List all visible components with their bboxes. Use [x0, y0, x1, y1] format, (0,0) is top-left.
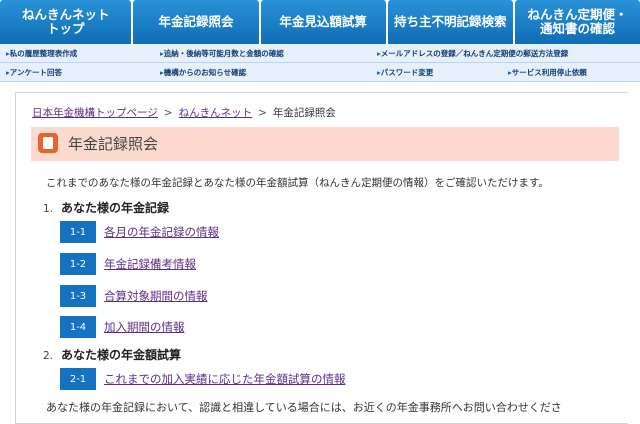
tab-record-inquiry[interactable]: 年金記録照会: [133, 0, 259, 44]
breadcrumb: 日本年金機構トップページ > ねんきんネット > 年金記録照会: [32, 105, 336, 120]
sub-link-notices[interactable]: 機構からのお知らせ確認: [160, 67, 246, 78]
tab-label-line1: ねんきんネット: [21, 7, 110, 22]
sub-link-password-change[interactable]: パスワード変更: [377, 67, 434, 78]
combined-period-link[interactable]: 合算対象期間の情報: [104, 288, 208, 304]
item-code-badge: 1-3: [60, 285, 96, 307]
item-code-badge: 2-1: [60, 368, 96, 390]
section-heading-estimate: 2. あなた様の年金額試算: [43, 346, 181, 363]
notice-text: あなた様の年金記録において、認識と相違している場合には、お近くの年金事務所へお問…: [46, 401, 562, 414]
page-title: 年金記録照会: [68, 135, 159, 153]
tab-nenkin-net-top[interactable]: ねんきんネット トップ: [0, 0, 132, 44]
monthly-records-link[interactable]: 各月の年金記録の情報: [104, 224, 219, 240]
tab-label-line2: 通知書の確認: [539, 21, 615, 36]
tab-periodic-notice[interactable]: ねんきん定期便・ 通知書の確認: [514, 0, 640, 44]
breadcrumb-separator: >: [258, 107, 267, 119]
section-title: あなた様の年金額試算: [61, 348, 182, 362]
enrollment-period-link[interactable]: 加入期間の情報: [104, 319, 185, 335]
tab-label: 年金見込額試算: [279, 14, 367, 29]
intro-text: これまでのあなた様の年金記録とあなた様の年金額試算（ねんきん定期便の情報）をご確…: [46, 177, 549, 189]
estimate-by-record-link[interactable]: これまでの加入実績に応じた年金額試算の情報: [104, 371, 346, 387]
sub-link-survey[interactable]: アンケート回答: [6, 67, 62, 78]
section-number: 2.: [43, 350, 54, 362]
menu-item-combined-period: 1-3 合算対象期間の情報: [60, 285, 208, 307]
tab-label: 年金記録照会: [158, 14, 234, 29]
record-notes-link[interactable]: 年金記録備考情報: [104, 256, 196, 272]
document-icon: [38, 133, 58, 153]
breadcrumb-separator: >: [163, 107, 173, 119]
tab-unknown-owner-search[interactable]: 持ち主不明記録検索: [387, 0, 513, 44]
tab-label-line2: トップ: [46, 21, 85, 36]
item-code-badge: 1-4: [60, 316, 96, 338]
section-title: あなた様の年金記録: [61, 201, 170, 215]
section-number: 1.: [43, 203, 54, 215]
section-heading-records: 1. あなた様の年金記録: [43, 199, 169, 216]
item-code-badge: 1-1: [60, 221, 96, 243]
sub-nav-row-1: 私の履歴整理表作成 追納・後納等可能月数と金額の確認 メールアドレスの登録／ねん…: [0, 44, 640, 63]
menu-item-enrollment-period: 1-4 加入期間の情報: [60, 316, 185, 338]
sub-nav-row-2: アンケート回答 機構からのお知らせ確認 パスワード変更 サービス利用停止依頼: [0, 63, 640, 82]
content-panel: 日本年金機構トップページ > ねんきんネット > 年金記録照会 年金記録照会 これまでの…: [15, 92, 628, 424]
page-title-bar: 年金記録照会: [31, 127, 619, 161]
menu-item-record-notes: 1-2 年金記録備考情報: [60, 253, 196, 275]
sub-link-email-registration[interactable]: メールアドレスの登録／ねんきん定期便の郵送方法登録: [377, 48, 569, 59]
sub-link-late-payment[interactable]: 追納・後納等可能月数と金額の確認: [160, 48, 284, 59]
breadcrumb-current: 年金記録照会: [272, 107, 336, 119]
menu-item-estimate-by-record: 2-1 これまでの加入実績に応じた年金額試算の情報: [60, 368, 346, 390]
main-nav: ねんきんネット トップ 年金記録照会 年金見込額試算 持ち主不明記録検索 ねんきん…: [0, 0, 640, 44]
tab-label: 持ち主不明記録検索: [394, 14, 507, 29]
tab-label-line1: ねんきん定期便・: [527, 7, 628, 22]
tab-pension-estimate[interactable]: 年金見込額試算: [260, 0, 386, 44]
sub-link-service-stop[interactable]: サービス利用停止依頼: [508, 67, 587, 78]
breadcrumb-home-link[interactable]: 日本年金機構トップページ: [32, 107, 158, 119]
menu-item-monthly-records: 1-1 各月の年金記録の情報: [60, 221, 219, 243]
item-code-badge: 1-2: [60, 253, 96, 275]
sub-link-history-sheet[interactable]: 私の履歴整理表作成: [6, 48, 78, 59]
breadcrumb-nenkin-net-link[interactable]: ねんきんネット: [179, 107, 253, 119]
